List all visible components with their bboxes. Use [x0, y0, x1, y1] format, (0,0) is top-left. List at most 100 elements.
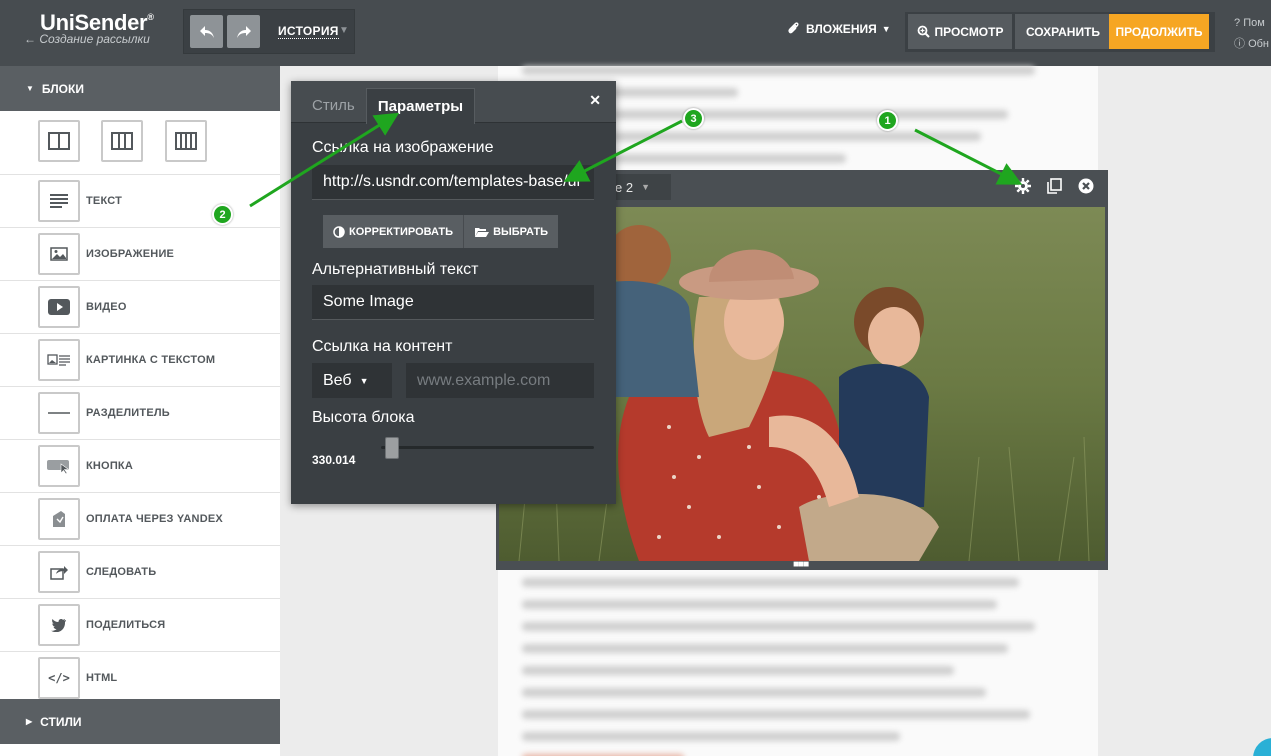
text-icon	[50, 194, 68, 208]
block-item-html[interactable]: </> HTML	[0, 652, 280, 705]
block-variant-value: e 2	[615, 179, 634, 195]
image-buttons: КОРРЕКТИРОВАТЬ ВЫБРАТЬ	[323, 215, 559, 248]
height-slider-handle[interactable]	[385, 437, 399, 459]
gear-icon[interactable]	[1015, 178, 1031, 194]
correct-button[interactable]: КОРРЕКТИРОВАТЬ	[323, 215, 464, 248]
undo-button[interactable]	[190, 15, 223, 48]
help-link[interactable]: ? Пом	[1234, 13, 1269, 34]
block-item-image[interactable]: ИЗОБРАЖЕНИЕ	[0, 228, 280, 281]
attachments-menu[interactable]: ВЛОЖЕНИЯ ▼	[787, 22, 891, 36]
update-link[interactable]: ⓘ Обн	[1234, 34, 1269, 55]
styles-section-header[interactable]: ▶ СТИЛИ	[0, 699, 280, 744]
paperclip-icon	[788, 22, 799, 34]
three-column-button[interactable]	[101, 120, 143, 162]
zoom-icon	[917, 25, 930, 38]
correct-label: КОРРЕКТИРОВАТЬ	[349, 225, 454, 238]
undo-icon	[199, 25, 214, 38]
chevron-down-icon: ▼	[641, 182, 650, 192]
image-text-icon	[47, 354, 70, 366]
back-link[interactable]: ← Создание рассылки	[24, 32, 150, 46]
content-url-input[interactable]: www.example.com	[406, 363, 594, 398]
close-icon[interactable]	[1078, 178, 1094, 194]
block-item-divider[interactable]: РАЗДЕЛИТЕЛЬ	[0, 387, 280, 440]
blocks-sidebar: ▼ БЛОКИ ТЕКСТ ИЗОБРАЖЕНИЕ ВИДЕО КАРТИНКА…	[0, 66, 280, 756]
two-column-icon	[48, 132, 70, 150]
caret-down-icon: ▼	[26, 84, 34, 93]
divider-icon	[48, 412, 70, 414]
top-bar: UniSender® ← Создание рассылки ИСТОРИЯ ▼…	[0, 0, 1271, 66]
styles-title: СТИЛИ	[40, 714, 82, 729]
content-link-label: Ссылка на контент	[312, 338, 453, 355]
annotation-badge: 2	[212, 204, 233, 225]
choose-label: ВЫБРАТЬ	[493, 225, 549, 238]
image-url-input[interactable]: http://s.usndr.com/templates-base/ur	[312, 165, 594, 200]
annotation-badge: 3	[683, 108, 704, 129]
height-slider-track[interactable]	[381, 446, 594, 449]
choose-button[interactable]: ВЫБРАТЬ	[463, 215, 559, 248]
blocks-section-header[interactable]: ▼ БЛОКИ	[0, 66, 280, 111]
payment-icon	[53, 511, 65, 527]
block-item-video[interactable]: ВИДЕО	[0, 281, 280, 334]
block-item-label: ПОДЕЛИТЬСЯ	[86, 619, 166, 631]
block-actions	[1015, 178, 1094, 194]
chevron-down-icon: ▼	[359, 375, 369, 386]
copy-icon[interactable]	[1046, 178, 1063, 194]
block-item-label: HTML	[86, 672, 118, 684]
block-item-label: СЛЕДОВАТЬ	[86, 566, 157, 578]
column-layouts	[0, 111, 280, 175]
block-item-label: ОПЛАТА ЧЕРЕЗ YANDEX	[86, 513, 223, 525]
alt-text-input[interactable]: Some Image	[312, 285, 594, 320]
help-links: ? Пом ⓘ Обн	[1234, 13, 1269, 55]
attachments-label: ВЛОЖЕНИЯ	[806, 22, 877, 36]
block-item-label: ТЕКСТ	[86, 195, 123, 207]
save-button[interactable]: СОХРАНИТЬ	[1015, 14, 1111, 49]
close-icon[interactable]: ✕	[589, 92, 601, 109]
block-variant-select[interactable]: e 2 ▼	[611, 174, 671, 200]
block-item-label: КАРТИНКА С ТЕКСТОМ	[86, 354, 216, 366]
block-item-button[interactable]: КНОПКА	[0, 440, 280, 493]
alt-text-label: Альтернативный текст	[312, 261, 479, 278]
action-buttons: ПРОСМОТР СОХРАНИТЬ ПРОДОЛЖИТЬ	[905, 12, 1215, 52]
four-column-icon	[175, 132, 197, 150]
blurred-text-bottom	[522, 578, 1062, 756]
continue-button[interactable]: ПРОДОЛЖИТЬ	[1109, 14, 1209, 49]
block-item-label: ВИДЕО	[86, 301, 127, 313]
caret-right-icon: ▶	[26, 717, 33, 726]
tab-style[interactable]: Стиль	[312, 97, 355, 114]
block-item-text[interactable]: ТЕКСТ	[0, 175, 280, 228]
history-caret-icon[interactable]: ▼	[339, 25, 349, 36]
block-height-value: 330.014	[312, 453, 356, 467]
preview-button[interactable]: ПРОСМОТР	[908, 14, 1012, 49]
twitter-icon	[51, 619, 66, 632]
follow-icon	[50, 566, 68, 580]
video-icon	[48, 299, 70, 315]
code-icon: </>	[48, 671, 70, 685]
tab-parameters[interactable]: Параметры	[366, 88, 475, 124]
block-item-follow[interactable]: СЛЕДОВАТЬ	[0, 546, 280, 599]
block-item-label: КНОПКА	[86, 460, 133, 472]
block-item-label: РАЗДЕЛИТЕЛЬ	[86, 407, 170, 419]
three-column-icon	[111, 132, 133, 150]
history-link[interactable]: ИСТОРИЯ	[278, 25, 339, 39]
button-icon	[47, 460, 69, 474]
redo-icon	[236, 25, 251, 38]
block-item-label: ИЗОБРАЖЕНИЕ	[86, 248, 175, 260]
link-type-select[interactable]: Веб ▼	[312, 363, 392, 398]
redo-button[interactable]	[227, 15, 260, 48]
image-url-label: Ссылка на изображение	[312, 139, 494, 156]
blocks-title: БЛОКИ	[41, 81, 84, 96]
popup-tabs: Стиль Параметры ✕	[291, 81, 616, 124]
block-item-share[interactable]: ПОДЕЛИТЬСЯ	[0, 599, 280, 652]
block-height-label: Высота блока	[312, 409, 415, 426]
block-settings-popup: Стиль Параметры ✕ Ссылка на изображение …	[291, 81, 616, 504]
four-column-button[interactable]	[165, 120, 207, 162]
resize-handle-icon[interactable]: ■■■	[793, 560, 809, 570]
block-item-image-text[interactable]: КАРТИНКА С ТЕКСТОМ	[0, 334, 280, 387]
chevron-down-icon: ▼	[881, 24, 891, 34]
image-icon	[50, 247, 68, 261]
preview-label: ПРОСМОТР	[934, 24, 1004, 39]
block-item-yandex-payment[interactable]: ОПЛАТА ЧЕРЕЗ YANDEX	[0, 493, 280, 546]
annotation-badge: 1	[877, 110, 898, 131]
link-type-value: Веб	[323, 371, 352, 389]
two-column-button[interactable]	[38, 120, 80, 162]
